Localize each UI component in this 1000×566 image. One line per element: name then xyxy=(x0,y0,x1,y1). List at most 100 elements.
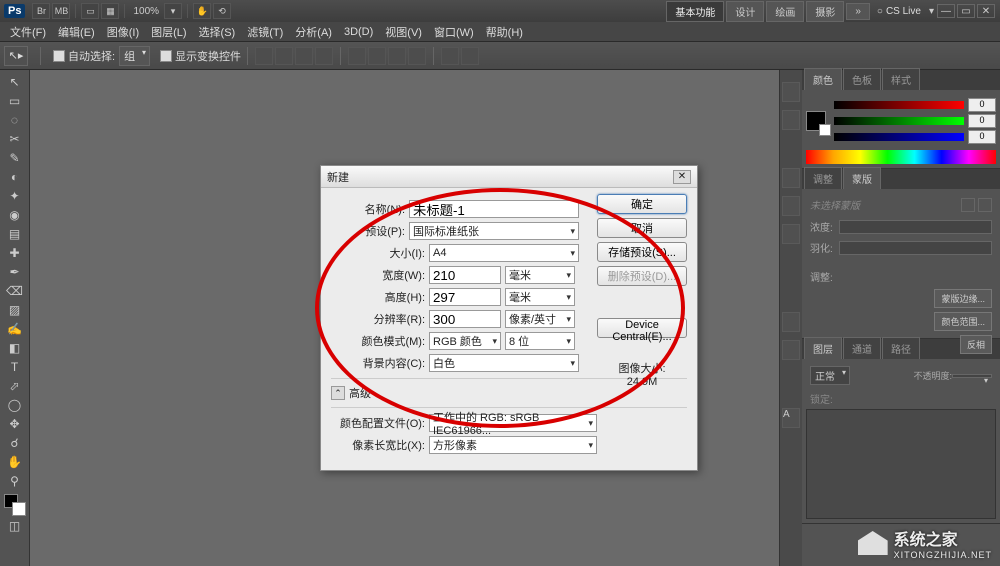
menu-help[interactable]: 帮助(H) xyxy=(480,24,529,40)
name-input[interactable] xyxy=(409,200,579,218)
cancel-button[interactable]: 取消 xyxy=(597,218,687,238)
menu-file[interactable]: 文件(F) xyxy=(4,24,52,40)
opacity-field[interactable] xyxy=(952,374,992,378)
advanced-toggle-icon[interactable]: ⌃ xyxy=(331,386,345,400)
bit-depth-select[interactable]: 8 位 xyxy=(505,332,575,350)
workspace-essentials[interactable]: 基本功能 xyxy=(666,1,724,22)
feather-field[interactable] xyxy=(839,241,992,255)
fg-bg-swatch[interactable] xyxy=(806,111,826,131)
type-tool-icon[interactable]: T xyxy=(3,357,27,376)
tab-adjustments[interactable]: 调整 xyxy=(804,167,842,189)
tab-masks[interactable]: 蒙版 xyxy=(843,167,881,189)
size-select[interactable]: A4 xyxy=(429,244,579,262)
distribute-icon[interactable] xyxy=(388,47,406,65)
3d-camera-tool-icon[interactable]: ☌ xyxy=(3,433,27,452)
add-pixel-mask-icon[interactable] xyxy=(961,198,975,212)
resolution-unit-select[interactable]: 像素/英寸 xyxy=(505,310,575,328)
tab-layers[interactable]: 图层 xyxy=(804,337,842,359)
height-unit-select[interactable]: 毫米 xyxy=(505,288,575,306)
arrange-icon[interactable] xyxy=(461,47,479,65)
menu-3d[interactable]: 3D(D) xyxy=(338,26,379,38)
strip-icon[interactable] xyxy=(782,312,800,332)
density-field[interactable] xyxy=(839,220,992,234)
quick-select-tool-icon[interactable]: ✂ xyxy=(3,129,27,148)
b-slider[interactable] xyxy=(834,133,964,141)
show-transform-checkbox[interactable] xyxy=(160,50,172,62)
strip-icon[interactable] xyxy=(782,224,800,244)
hand-tool-icon[interactable]: ✋ xyxy=(3,452,27,471)
align-icon[interactable] xyxy=(255,47,273,65)
height-input[interactable] xyxy=(429,288,501,306)
gradient-tool-icon[interactable]: ⌫ xyxy=(3,281,27,300)
close-icon[interactable]: ✕ xyxy=(977,4,995,18)
tab-paths[interactable]: 路径 xyxy=(882,337,920,359)
dialog-titlebar[interactable]: 新建 ✕ xyxy=(321,166,697,188)
distribute-icon[interactable] xyxy=(368,47,386,65)
lock-pixels-icon[interactable] xyxy=(853,391,867,405)
invert-button[interactable]: 反相 xyxy=(960,335,992,354)
arrange-icon[interactable]: ▦ xyxy=(101,3,119,19)
add-vector-mask-icon[interactable] xyxy=(978,198,992,212)
workspace-photography[interactable]: 摄影 xyxy=(806,1,844,22)
menu-layer[interactable]: 图层(L) xyxy=(145,24,192,40)
align-icon[interactable] xyxy=(315,47,333,65)
crop-tool-icon[interactable]: ✎ xyxy=(3,148,27,167)
arrange-icon[interactable] xyxy=(441,47,459,65)
workspace-design[interactable]: 设计 xyxy=(726,1,764,22)
strip-icon[interactable] xyxy=(782,340,800,360)
strip-icon[interactable]: A xyxy=(782,408,800,428)
lasso-tool-icon[interactable]: ◌ xyxy=(3,110,27,129)
minimize-icon[interactable]: — xyxy=(937,4,955,18)
menu-view[interactable]: 视图(V) xyxy=(379,24,428,40)
3d-tool-icon[interactable]: ✥ xyxy=(3,414,27,433)
workspace-more[interactable]: » xyxy=(846,3,870,20)
r-value[interactable]: 0 xyxy=(968,98,996,112)
shape-tool-icon[interactable]: ◯ xyxy=(3,395,27,414)
preset-select[interactable]: 国际标准纸张 xyxy=(409,222,579,240)
width-input[interactable] xyxy=(429,266,501,284)
auto-select-target[interactable]: 组 xyxy=(119,46,150,66)
lock-all-icon[interactable] xyxy=(887,391,901,405)
strip-icon[interactable] xyxy=(782,82,800,102)
path-select-tool-icon[interactable]: ⬀ xyxy=(3,376,27,395)
current-tool-icon[interactable]: ↖▸ xyxy=(4,46,28,66)
menu-select[interactable]: 选择(S) xyxy=(193,24,242,40)
zoom-level[interactable]: 100% xyxy=(129,6,163,17)
device-central-button[interactable]: Device Central(E)... xyxy=(597,318,687,338)
lock-position-icon[interactable] xyxy=(870,391,884,405)
hand-icon[interactable]: ✋ xyxy=(193,3,211,19)
zoom-dropdown-icon[interactable]: ▾ xyxy=(164,3,182,19)
blend-mode-select[interactable]: 正常 xyxy=(810,366,850,385)
menu-filter[interactable]: 滤镜(T) xyxy=(241,24,289,40)
color-range-button[interactable]: 颜色范围... xyxy=(934,312,992,331)
eraser-tool-icon[interactable]: ✒ xyxy=(3,262,27,281)
menu-edit[interactable]: 编辑(E) xyxy=(52,24,101,40)
tab-swatches[interactable]: 色板 xyxy=(843,68,881,90)
marquee-tool-icon[interactable]: ▭ xyxy=(3,91,27,110)
stamp-tool-icon[interactable]: ▤ xyxy=(3,224,27,243)
distribute-icon[interactable] xyxy=(408,47,426,65)
b-value[interactable]: 0 xyxy=(968,130,996,144)
zoom-tool-icon[interactable]: ⚲ xyxy=(3,471,27,490)
menu-analysis[interactable]: 分析(A) xyxy=(289,24,338,40)
eyedropper-tool-icon[interactable]: ◐ xyxy=(3,167,27,186)
color-swatch[interactable] xyxy=(4,494,26,516)
menu-window[interactable]: 窗口(W) xyxy=(428,24,480,40)
quickmask-icon[interactable]: ◫ xyxy=(3,516,27,535)
pixel-aspect-select[interactable]: 方形像素 xyxy=(429,436,597,454)
color-profile-select[interactable]: 工作中的 RGB: sRGB IEC61966... xyxy=(429,414,597,432)
layers-list[interactable] xyxy=(806,409,996,519)
history-brush-tool-icon[interactable]: ✚ xyxy=(3,243,27,262)
tab-color[interactable]: 颜色 xyxy=(804,68,842,90)
spectrum-ramp[interactable] xyxy=(806,150,996,164)
ok-button[interactable]: 确定 xyxy=(597,194,687,214)
bridge-icon[interactable]: Br xyxy=(32,3,50,19)
tab-styles[interactable]: 样式 xyxy=(882,68,920,90)
dodge-tool-icon[interactable]: ✍ xyxy=(3,319,27,338)
move-tool-icon[interactable]: ↖ xyxy=(3,72,27,91)
tab-channels[interactable]: 通道 xyxy=(843,337,881,359)
menu-image[interactable]: 图像(I) xyxy=(101,24,145,40)
blur-tool-icon[interactable]: ▨ xyxy=(3,300,27,319)
width-unit-select[interactable]: 毫米 xyxy=(505,266,575,284)
cslive-button[interactable]: CS Live xyxy=(877,6,921,17)
